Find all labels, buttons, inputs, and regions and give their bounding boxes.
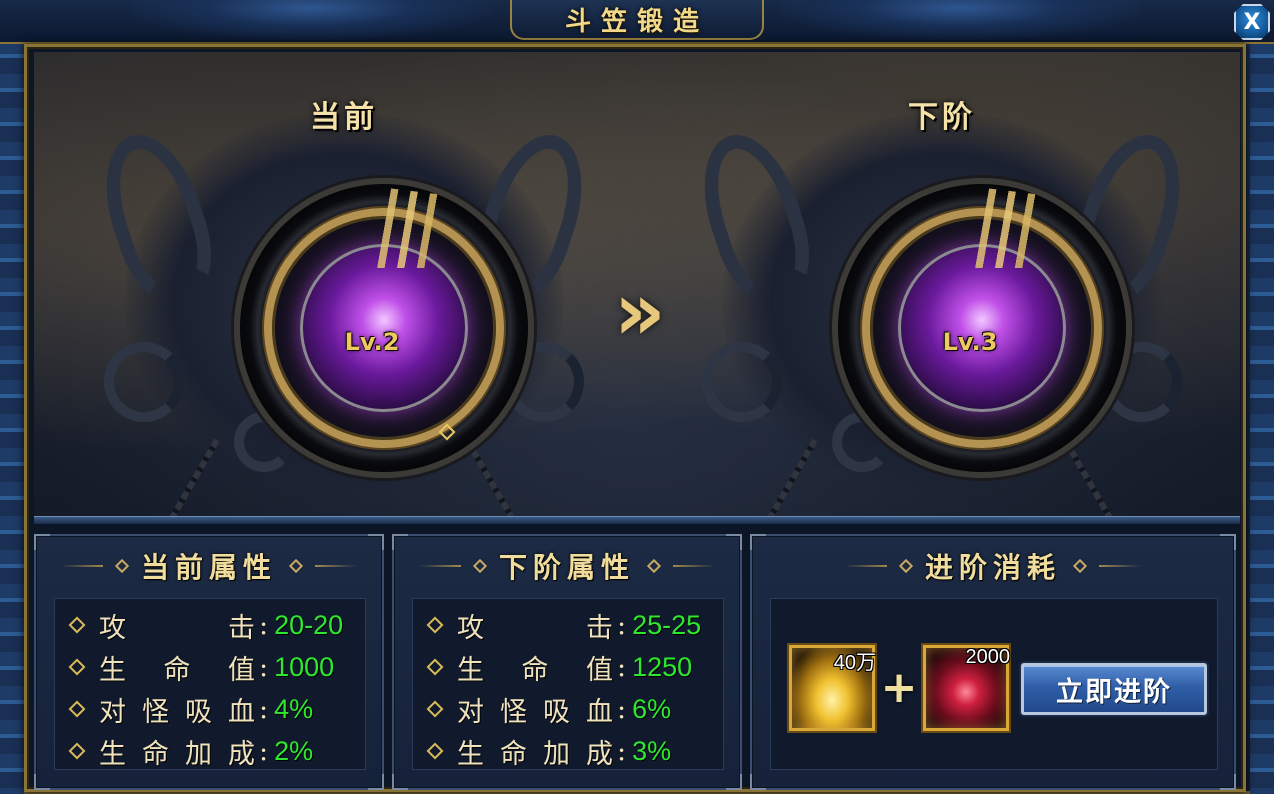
- stat-colon: :: [617, 651, 627, 683]
- header-line: [418, 565, 461, 567]
- stat-row-hp-bonus: 生命加成 : 2%: [65, 731, 313, 771]
- stat-colon: :: [259, 693, 269, 725]
- current-stats-panel: 当前属性 攻击 : 20-20 生命值 : 1000 对怪吸血 : 4% 生命加…: [34, 534, 384, 790]
- diamond-icon: [288, 558, 304, 574]
- stat-label: 攻击: [99, 612, 255, 644]
- next-stats-panel: 下阶属性 攻击 : 25-25 生命值 : 1250 对怪吸血 : 6% 生命加…: [392, 534, 742, 790]
- diamond-icon: [1072, 558, 1088, 574]
- stat-value: 1250: [632, 651, 693, 682]
- next-slot: 下阶 Lv.3: [662, 52, 1222, 518]
- stat-label: 攻击: [457, 612, 613, 644]
- header-line: [60, 565, 103, 567]
- chain-ornament: [154, 438, 220, 518]
- header-line: [844, 565, 887, 567]
- window-title: 斗笠锻造: [564, 6, 709, 37]
- panel-header: 当前属性: [36, 546, 382, 586]
- panel-corner: [1220, 774, 1236, 790]
- red-gem-icon[interactable]: 2000: [923, 645, 1011, 731]
- stats-list: 攻击 : 25-25 生命值 : 1250 对怪吸血 : 6% 生命加成 : 3…: [412, 598, 724, 770]
- panel-header: 进阶消耗: [752, 546, 1234, 586]
- cost-items-area: 40万 + 2000 立即进阶: [770, 598, 1218, 770]
- title-bar-ornament-left: [130, 0, 490, 40]
- next-level: Lv.3: [942, 328, 998, 356]
- gold-ingot-icon[interactable]: 40万: [789, 645, 876, 731]
- header-line: [1099, 565, 1141, 567]
- current-level: Lv.2: [344, 328, 400, 356]
- diamond-bullet-icon: [426, 658, 444, 676]
- stat-colon: :: [617, 693, 627, 725]
- diamond-icon: [898, 558, 914, 574]
- diamond-icon: [646, 558, 662, 574]
- title-bar-ornament-right: [780, 0, 1140, 40]
- current-slot: 当前 Lv.2: [64, 52, 624, 518]
- close-button[interactable]: X: [1234, 4, 1270, 40]
- upgrade-cost-panel: 进阶消耗 40万 + 2000 立即进阶: [750, 534, 1236, 790]
- stat-colon: :: [617, 735, 627, 767]
- gem-cost-count: 2000: [965, 646, 1011, 668]
- diamond-bullet-icon: [68, 658, 86, 676]
- diamond-icon: [114, 558, 130, 574]
- panel-corner: [750, 774, 766, 790]
- stat-row-hp: 生命值 : 1000: [65, 647, 334, 687]
- plus-icon: +: [880, 662, 918, 713]
- chain-ornament: [464, 438, 530, 518]
- diamond-icon: [472, 558, 488, 574]
- stat-row-hp: 生命值 : 1250: [423, 647, 692, 687]
- current-stats-title: 当前属性: [140, 551, 277, 584]
- stat-row-lifesteal: 对怪吸血 : 6%: [423, 689, 671, 729]
- panel-corner: [34, 774, 50, 790]
- next-label: 下阶: [908, 100, 976, 135]
- current-label: 当前: [310, 100, 378, 135]
- stat-row-attack: 攻击 : 25-25: [423, 605, 701, 645]
- panel-corner: [368, 774, 384, 790]
- stat-colon: :: [259, 651, 269, 683]
- diamond-bullet-icon: [426, 700, 444, 718]
- stat-label: 对怪吸血: [99, 696, 255, 728]
- header-line: [673, 565, 715, 567]
- chain-ornament: [752, 438, 818, 518]
- stats-list: 攻击 : 20-20 生命值 : 1000 对怪吸血 : 4% 生命加成 : 2…: [54, 598, 366, 770]
- stat-value: 4%: [274, 693, 314, 724]
- title-plate: 斗笠锻造: [510, 0, 764, 40]
- panel-corner: [392, 774, 408, 790]
- stat-value: 3%: [632, 735, 672, 766]
- panel-header: 下阶属性: [394, 546, 740, 586]
- stat-value: 25-25: [632, 609, 702, 640]
- diamond-bullet-icon: [68, 700, 86, 718]
- stat-colon: :: [259, 609, 269, 641]
- stat-value: 1000: [274, 651, 335, 682]
- header-line: [315, 565, 357, 567]
- stage-divider: [34, 516, 1240, 524]
- panel-corner: [726, 774, 742, 790]
- left-border-decoration: [0, 40, 24, 794]
- diamond-bullet-icon: [68, 616, 86, 634]
- stat-colon: :: [617, 609, 627, 641]
- swirl-ornament: [104, 342, 184, 422]
- forge-display: 当前 Lv.2 » 下阶 Lv.3: [34, 52, 1240, 518]
- next-stats-title: 下阶属性: [498, 551, 635, 584]
- stat-label: 生命值: [457, 654, 613, 686]
- diamond-bullet-icon: [68, 742, 86, 760]
- gold-cost-count: 40万: [833, 652, 876, 674]
- diamond-bullet-icon: [426, 742, 444, 760]
- stat-label: 生命加成: [99, 738, 255, 770]
- stat-label: 生命值: [99, 654, 255, 686]
- stat-label: 对怪吸血: [457, 696, 613, 728]
- stat-colon: :: [259, 735, 269, 767]
- diamond-bullet-icon: [426, 616, 444, 634]
- upgrade-now-button[interactable]: 立即进阶: [1021, 663, 1207, 715]
- stat-value: 20-20: [274, 609, 344, 640]
- cost-title: 进阶消耗: [924, 551, 1061, 584]
- title-bar: 斗笠锻造 X: [0, 0, 1274, 44]
- stat-row-attack: 攻击 : 20-20: [65, 605, 343, 645]
- stat-label: 生命加成: [457, 738, 613, 770]
- stat-row-hp-bonus: 生命加成 : 3%: [423, 731, 671, 771]
- stat-value: 6%: [632, 693, 672, 724]
- right-border-decoration: [1250, 40, 1274, 794]
- stat-row-lifesteal: 对怪吸血 : 4%: [65, 689, 313, 729]
- stat-value: 2%: [274, 735, 314, 766]
- chain-ornament: [1062, 438, 1128, 518]
- swirl-ornament: [702, 342, 782, 422]
